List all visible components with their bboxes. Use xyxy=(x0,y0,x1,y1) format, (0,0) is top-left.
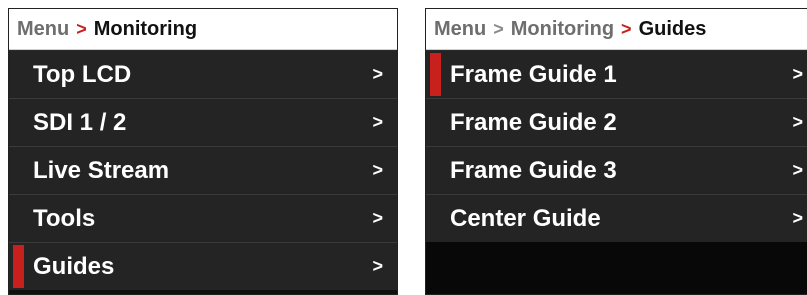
breadcrumb-menu[interactable]: Menu xyxy=(17,18,69,41)
breadcrumb-current: Guides xyxy=(638,17,707,40)
chevron-right-icon: > xyxy=(372,256,383,276)
menu-item-label: Top LCD xyxy=(33,60,132,88)
breadcrumb-current: Monitoring xyxy=(93,17,198,40)
menu-item-live-stream[interactable]: Live Stream > xyxy=(9,146,397,194)
menu-item-tools[interactable]: Tools > xyxy=(9,194,397,242)
menu-item-top-lcd[interactable]: Top LCD > xyxy=(9,50,397,98)
menu-list: Frame Guide 1 > Frame Guide 2 > Frame Gu… xyxy=(426,50,807,242)
menu-item-label: Frame Guide 3 xyxy=(450,156,617,184)
breadcrumb-menu[interactable]: Menu xyxy=(434,18,486,41)
menu-item-label: SDI 1 / 2 xyxy=(33,108,127,136)
menu-item-center-guide[interactable]: Center Guide > xyxy=(426,194,807,242)
menu-item-frame-guide-3[interactable]: Frame Guide 3 > xyxy=(426,146,807,194)
chevron-right-icon: > xyxy=(792,112,803,132)
selection-indicator xyxy=(430,53,441,96)
menu-item-frame-guide-2[interactable]: Frame Guide 2 > xyxy=(426,98,807,146)
chevron-right-icon: > xyxy=(372,160,383,180)
menu-list: Top LCD > SDI 1 / 2 > Live Stream > Tool… xyxy=(9,50,397,290)
menu-item-label: Live Stream xyxy=(33,156,170,184)
breadcrumb: Menu > Monitoring xyxy=(9,9,397,50)
breadcrumb-separator-icon: > xyxy=(493,18,504,39)
monitoring-menu-panel: Menu > Monitoring Top LCD > SDI 1 / 2 > … xyxy=(8,8,398,295)
menu-item-label: Center Guide xyxy=(450,204,601,232)
menu-item-label: Frame Guide 1 xyxy=(450,60,617,88)
chevron-right-icon: > xyxy=(372,112,383,132)
breadcrumb-separator-icon: > xyxy=(76,18,87,39)
empty-menu-area xyxy=(426,242,807,294)
chevron-right-icon: > xyxy=(792,160,803,180)
menu-item-label: Guides xyxy=(33,252,115,280)
menu-item-sdi[interactable]: SDI 1 / 2 > xyxy=(9,98,397,146)
guides-menu-panel: Menu > Monitoring > Guides Frame Guide 1… xyxy=(425,8,807,295)
chevron-right-icon: > xyxy=(792,64,803,84)
chevron-right-icon: > xyxy=(372,64,383,84)
breadcrumb-separator-icon: > xyxy=(621,18,632,39)
breadcrumb: Menu > Monitoring > Guides xyxy=(426,9,807,50)
menu-item-guides[interactable]: Guides > xyxy=(9,242,397,290)
chevron-right-icon: > xyxy=(792,208,803,228)
menu-item-label: Tools xyxy=(33,204,96,232)
breadcrumb-monitoring[interactable]: Monitoring xyxy=(511,18,614,41)
chevron-right-icon: > xyxy=(372,208,383,228)
selection-indicator xyxy=(13,245,24,288)
menu-item-label: Frame Guide 2 xyxy=(450,108,617,136)
menu-item-frame-guide-1[interactable]: Frame Guide 1 > xyxy=(426,50,807,98)
